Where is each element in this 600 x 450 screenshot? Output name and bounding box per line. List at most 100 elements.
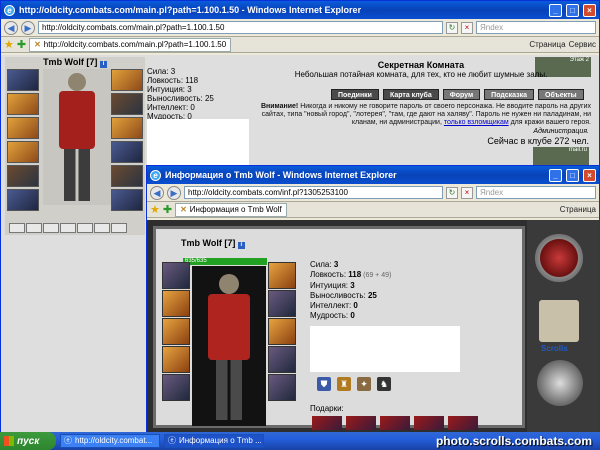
equip-slot[interactable] bbox=[268, 290, 296, 317]
stop-button[interactable]: × bbox=[461, 21, 473, 34]
camera-icon[interactable] bbox=[537, 360, 583, 406]
close-button[interactable]: × bbox=[583, 3, 596, 17]
stat-label: Ловкость: bbox=[310, 270, 349, 279]
equip-slot[interactable] bbox=[111, 165, 143, 187]
clan-badge-icon[interactable]: ♜ bbox=[337, 377, 351, 391]
add-favorite-icon[interactable]: ✚ bbox=[17, 38, 26, 51]
admin-signature: Администрация. bbox=[533, 128, 589, 135]
tab-main[interactable]: ✕ http://oldcity.combats.com/main.pl?pat… bbox=[29, 37, 232, 52]
stat-wisdom: Мудрость: 0 bbox=[310, 311, 391, 321]
equip-slot[interactable] bbox=[162, 262, 190, 289]
fist-emblem-icon[interactable] bbox=[535, 234, 583, 282]
hp-bar: 635/635 bbox=[183, 258, 267, 265]
equip-slot[interactable] bbox=[111, 69, 143, 91]
stat-intuition: Интуиция: 3 bbox=[147, 85, 192, 94]
search-input[interactable]: Яndex bbox=[476, 186, 596, 199]
belt-slot[interactable] bbox=[9, 223, 25, 233]
favorites-star-icon[interactable]: ★ bbox=[150, 203, 160, 216]
stat-label: Сила: bbox=[310, 260, 334, 269]
belt-slot[interactable] bbox=[94, 223, 110, 233]
page-menu[interactable]: Страница bbox=[529, 40, 565, 49]
minimize-button[interactable]: _ bbox=[549, 3, 562, 17]
equip-slot[interactable] bbox=[268, 346, 296, 373]
info-icon[interactable]: i bbox=[237, 242, 245, 249]
equip-slot[interactable] bbox=[7, 117, 39, 139]
belt-slot[interactable] bbox=[43, 223, 59, 233]
scroll-quill-icon[interactable] bbox=[539, 300, 579, 342]
shield-badge-icon[interactable]: ⛊ bbox=[317, 377, 331, 391]
ie-icon: ⓔ bbox=[64, 436, 72, 445]
equip-slot[interactable] bbox=[7, 165, 39, 187]
gift-item[interactable] bbox=[448, 416, 478, 430]
search-input[interactable]: Яndex bbox=[476, 21, 596, 34]
info-icon[interactable]: i bbox=[99, 61, 107, 68]
page-menu[interactable]: Страница bbox=[560, 205, 596, 214]
character-name: Tmb Wolf bbox=[181, 238, 222, 248]
equip-slot[interactable] bbox=[268, 318, 296, 345]
equip-slot[interactable] bbox=[162, 374, 190, 401]
belt-slot[interactable] bbox=[26, 223, 42, 233]
back-button[interactable]: ◀ bbox=[150, 185, 164, 200]
gifts-label: Подарки: bbox=[310, 404, 344, 413]
club-map-button[interactable]: Карта клуба bbox=[382, 89, 439, 100]
mailru-counter[interactable]: mail.ru bbox=[533, 147, 589, 165]
gift-item[interactable] bbox=[414, 416, 444, 430]
stat-endurance: Выносливость: 25 bbox=[310, 291, 391, 301]
maximize-button[interactable]: □ bbox=[566, 3, 579, 17]
stat-agility: Ловкость: 118 bbox=[147, 76, 199, 85]
tab-info[interactable]: ✕ Информация о Tmb Wolf bbox=[175, 202, 287, 217]
taskbar-item-main[interactable]: ⓔ http://oldcity.combat... bbox=[60, 434, 160, 448]
equip-slot[interactable] bbox=[268, 262, 296, 289]
warning-link[interactable]: только взломщикам bbox=[444, 119, 509, 126]
stat-value: 25 bbox=[367, 291, 377, 300]
gift-item[interactable] bbox=[380, 416, 410, 430]
belt-slot[interactable] bbox=[77, 223, 93, 233]
tab-info-label: Информация о Tmb Wolf bbox=[189, 204, 282, 214]
refresh-button[interactable]: ↻ bbox=[446, 21, 458, 34]
info-window-titlebar[interactable]: e Информация о Tmb Wolf - Windows Intern… bbox=[147, 166, 599, 184]
stop-button[interactable]: × bbox=[461, 186, 473, 199]
gift-item[interactable] bbox=[346, 416, 376, 430]
close-button[interactable]: × bbox=[583, 168, 596, 182]
equip-slot[interactable] bbox=[268, 374, 296, 401]
stat-endurance: Выносливость: 25 bbox=[147, 94, 214, 103]
forward-button[interactable]: ▶ bbox=[167, 185, 181, 200]
belt-slot[interactable] bbox=[111, 223, 127, 233]
url-input[interactable]: http://oldcity.combats.com/inf.pl?130525… bbox=[184, 186, 443, 199]
add-favorite-icon[interactable]: ✚ bbox=[163, 203, 172, 216]
equip-slot[interactable] bbox=[111, 93, 143, 115]
equip-slot[interactable] bbox=[162, 290, 190, 317]
back-button[interactable]: ◀ bbox=[4, 20, 18, 35]
objects-button[interactable]: Объекты bbox=[538, 89, 584, 100]
gift-item[interactable] bbox=[312, 416, 342, 430]
info-browser-window: e Информация о Tmb Wolf - Windows Intern… bbox=[146, 165, 600, 432]
taskbar-item-info[interactable]: ⓔ Информация о Tmb ... bbox=[164, 434, 264, 448]
character-figure bbox=[43, 69, 111, 205]
equip-slot[interactable] bbox=[162, 346, 190, 373]
equip-slot[interactable] bbox=[7, 141, 39, 163]
maximize-button[interactable]: □ bbox=[566, 168, 579, 182]
belt-slot[interactable] bbox=[60, 223, 76, 233]
equip-slot[interactable] bbox=[7, 189, 39, 211]
refresh-button[interactable]: ↻ bbox=[446, 186, 458, 199]
figure-head bbox=[219, 274, 239, 294]
equip-slot[interactable] bbox=[7, 93, 39, 115]
scrolls-label[interactable]: Scrolls bbox=[541, 344, 568, 353]
equip-slot[interactable] bbox=[162, 318, 190, 345]
forward-button[interactable]: ▶ bbox=[21, 20, 35, 35]
forum-button[interactable]: Форум bbox=[442, 89, 481, 100]
start-button[interactable]: пуск bbox=[0, 432, 56, 450]
equip-slot[interactable] bbox=[111, 189, 143, 211]
service-menu[interactable]: Сервис bbox=[569, 40, 596, 49]
warrior-badge-icon[interactable]: ♞ bbox=[377, 377, 391, 391]
hint-button[interactable]: Подсказка bbox=[484, 89, 534, 100]
favorites-star-icon[interactable]: ★ bbox=[4, 38, 14, 51]
equip-slot[interactable] bbox=[111, 141, 143, 163]
fights-button[interactable]: Поединки bbox=[331, 89, 379, 100]
equip-slot[interactable] bbox=[7, 69, 39, 91]
minimize-button[interactable]: _ bbox=[549, 168, 562, 182]
main-window-titlebar[interactable]: e http://oldcity.combats.com/main.pl?pat… bbox=[1, 1, 599, 19]
equip-slot[interactable] bbox=[111, 117, 143, 139]
cannon-badge-icon[interactable]: ✦ bbox=[357, 377, 371, 391]
url-input[interactable]: http://oldcity.combats.com/main.pl?path=… bbox=[38, 21, 443, 34]
